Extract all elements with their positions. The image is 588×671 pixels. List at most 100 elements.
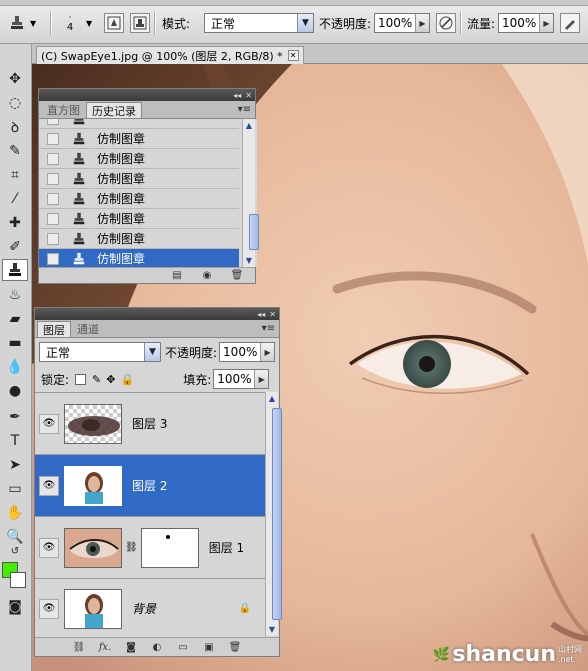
chevron-right-icon[interactable]: ▶ (539, 14, 553, 32)
eraser-tool-icon[interactable]: ▰ (2, 308, 28, 330)
shape-tool-icon[interactable]: ▭ (2, 478, 28, 500)
scroll-up-icon[interactable]: ▲ (266, 392, 278, 405)
panel-menu-icon[interactable]: ▾≡ (262, 323, 275, 334)
path-selection-tool-icon[interactable]: ➤ (2, 454, 28, 476)
marquee-tool-icon[interactable]: ◌ (2, 92, 28, 114)
lock-all-icon[interactable]: 🔒 (120, 373, 134, 386)
chevron-right-icon[interactable]: ▶ (415, 14, 429, 32)
document-title: (C) SwapEye1.jpg @ 100% (图层 2, RGB/8) * (41, 49, 283, 63)
history-item[interactable]: 仿制图章 (39, 189, 239, 209)
scroll-thumb[interactable] (272, 408, 282, 620)
history-brush-tool-icon[interactable]: ♨ (2, 284, 28, 306)
airbrush-button[interactable] (560, 12, 580, 34)
dodge-tool-icon[interactable]: ● (2, 380, 28, 402)
lock-position-icon[interactable]: ✥ (106, 373, 115, 386)
fill-field[interactable]: 100% ▶ (213, 369, 270, 389)
layer-row-2[interactable]: 👁 图层 2 (35, 455, 265, 517)
panel-menu-icon[interactable]: ▾≡ (238, 104, 251, 115)
chevron-right-icon[interactable]: ▶ (254, 370, 269, 388)
chain-link-icon[interactable]: ⛓ (125, 542, 138, 553)
history-item-current[interactable]: 仿制图章 (39, 249, 239, 267)
history-item[interactable]: 仿制图章 (39, 149, 239, 169)
scroll-down-icon[interactable]: ▼ (243, 254, 255, 267)
eye-icon[interactable]: 👁 (39, 598, 59, 619)
healing-brush-tool-icon[interactable]: ✚ (2, 212, 28, 234)
opacity-field[interactable]: 100% ▶ (374, 13, 430, 33)
layer-mask-thumbnail[interactable] (140, 527, 199, 568)
gradient-tool-icon[interactable]: ▬ (2, 332, 28, 354)
trash-icon[interactable]: 🗑 (229, 269, 245, 283)
history-item[interactable]: 仿制图章 (39, 169, 239, 189)
crop-tool-icon[interactable]: ⌗ (2, 164, 28, 186)
layer-row-background[interactable]: 👁 背景 🔒 (35, 579, 265, 636)
tab-history[interactable]: 历史记录 (86, 102, 142, 118)
history-item[interactable] (39, 119, 239, 129)
snapshot-checkbox[interactable] (47, 152, 59, 165)
snapshot-checkbox[interactable] (47, 192, 59, 205)
close-icon[interactable]: ✕ (245, 91, 252, 100)
trash-icon[interactable]: 🗑 (227, 640, 243, 654)
type-tool-icon[interactable]: T (2, 430, 28, 452)
scroll-down-icon[interactable]: ▼ (266, 623, 278, 636)
layer-row-3[interactable]: 👁 图层 3 (35, 393, 265, 455)
new-group-folder-icon[interactable]: ▭ (175, 640, 191, 654)
clone-stamp-tool-icon[interactable] (2, 259, 28, 281)
eyedropper-tool-icon[interactable]: ⁄ (2, 188, 28, 210)
history-item[interactable]: 仿制图章 (39, 129, 239, 149)
collapse-icon[interactable]: ◂◂ (233, 91, 241, 100)
collapse-icon[interactable]: ◂◂ (257, 310, 265, 319)
lock-transparency-icon[interactable] (75, 373, 87, 385)
tab-layers[interactable]: 图层 (37, 321, 71, 337)
toggle-clone-source-button[interactable] (130, 12, 150, 34)
chevron-right-icon[interactable]: ▶ (260, 343, 275, 361)
lasso-tool-icon[interactable]: ꝺ (2, 116, 28, 138)
pressure-opacity-button[interactable] (436, 12, 456, 34)
new-layer-icon[interactable]: ▣ (201, 640, 217, 654)
layer-opacity-field[interactable]: 100% ▶ (219, 342, 276, 362)
move-tool-icon[interactable]: ✥ (2, 68, 28, 90)
mode-select[interactable]: 正常 ▼ (204, 13, 314, 33)
snapshot-checkbox[interactable] (47, 132, 59, 145)
quick-selection-tool-icon[interactable]: ✎ (2, 140, 28, 162)
toggle-brush-panel-button[interactable] (104, 12, 124, 34)
scroll-up-icon[interactable]: ▲ (243, 119, 255, 132)
flow-field[interactable]: 100% ▶ (498, 13, 554, 33)
blend-mode-select[interactable]: 正常 ▼ (39, 342, 161, 362)
layers-scrollbar[interactable]: ▲ ▼ (265, 392, 282, 636)
blur-tool-icon[interactable]: 💧 (2, 356, 28, 378)
snapshot-checkbox[interactable] (47, 232, 59, 245)
hand-tool-icon[interactable]: ✋ (2, 502, 28, 524)
tool-preset-picker[interactable]: ▼ (6, 12, 36, 34)
layer-style-fx-icon[interactable]: fx. (97, 640, 113, 654)
history-item[interactable]: 仿制图章 (39, 229, 239, 249)
link-layers-icon[interactable]: ⛓ (71, 640, 87, 654)
add-mask-icon[interactable]: ◙ (123, 640, 139, 654)
chevron-down-icon[interactable]: ▼ (86, 12, 92, 34)
new-document-from-state-icon[interactable]: ▤ (169, 269, 185, 283)
tab-histogram[interactable]: 直方图 (41, 102, 86, 118)
history-scrollbar[interactable]: ▲ ▼ (242, 119, 259, 267)
snapshot-checkbox[interactable] (47, 212, 59, 225)
history-item[interactable]: 仿制图章 (39, 209, 239, 229)
background-color-swatch[interactable] (10, 572, 26, 588)
layer-row-1[interactable]: 👁 ⛓ 图层 1 (35, 517, 265, 579)
swap-colors-icon[interactable]: ↺ (2, 544, 28, 558)
brush-picker[interactable]: · 4 (58, 12, 82, 34)
lock-pixels-icon[interactable]: ✎ (92, 373, 101, 386)
new-snapshot-icon[interactable]: ◉ (199, 269, 215, 283)
snapshot-checkbox[interactable] (47, 172, 59, 185)
document-tab[interactable]: (C) SwapEye1.jpg @ 100% (图层 2, RGB/8) * … (36, 46, 304, 64)
eye-icon[interactable]: 👁 (39, 413, 59, 434)
adjustment-layer-icon[interactable]: ◐ (149, 640, 165, 654)
close-icon[interactable]: ✕ (287, 50, 299, 61)
pen-tool-icon[interactable]: ✒ (2, 406, 28, 428)
scroll-thumb[interactable] (249, 214, 259, 250)
eye-icon[interactable]: 👁 (39, 475, 59, 496)
snapshot-checkbox[interactable] (47, 252, 59, 265)
tab-channels[interactable]: 通道 (71, 321, 105, 337)
quick-mask-icon[interactable]: ◙ (2, 596, 28, 618)
eye-icon[interactable]: 👁 (39, 537, 59, 558)
brush-tool-icon[interactable]: ✐ (2, 236, 28, 258)
close-icon[interactable]: ✕ (269, 310, 276, 319)
snapshot-checkbox[interactable] (47, 119, 59, 125)
